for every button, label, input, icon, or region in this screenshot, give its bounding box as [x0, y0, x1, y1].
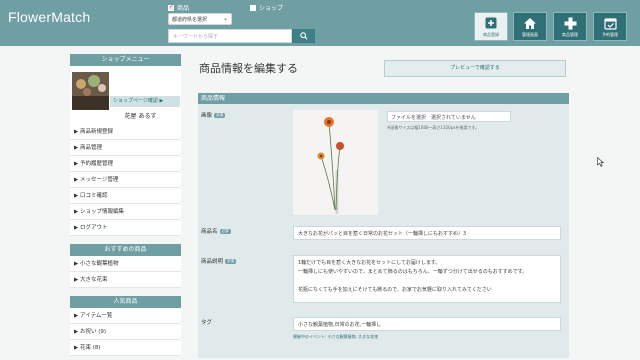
description-line: 1輪だけでも目を惹く大きなお花をセットにしてお届けします。: [298, 260, 441, 266]
mouse-cursor-icon: [597, 156, 605, 169]
image-field-label: 画像 必須: [201, 111, 226, 119]
image-label: 画像: [201, 113, 213, 119]
reservation-manage-label: 予約管理: [602, 32, 618, 37]
description-label: 商品説明: [201, 259, 224, 265]
popular-item[interactable]: ▶ 花束 (8): [70, 340, 181, 356]
shop-name: 花屋 あるす: [70, 110, 181, 124]
description-field-label: 商品説明 必須: [201, 257, 237, 265]
home-icon: [522, 16, 538, 30]
prefecture-select[interactable]: 都道府県を選択 ⌄: [168, 13, 232, 25]
calendar-check-icon: [602, 16, 618, 30]
section-title: 商品情報: [198, 93, 569, 104]
site-logo[interactable]: FlowerMatch: [8, 9, 90, 25]
search-input[interactable]: キーワードから探す: [168, 29, 292, 43]
sidebar: ショップメニュー ショップページ確認 ▶ 花屋 あるす ▶ 商品新規登録 ▶ 商…: [70, 54, 181, 356]
description-line: 花瓶になくても手を加えにそけても飾るので、お家でお気軽に取り入れてみてください: [298, 287, 492, 293]
product-register-label: 商品登録: [483, 32, 499, 37]
preview-button[interactable]: プレビューで確認する: [384, 60, 566, 77]
sidebar-item-new-product[interactable]: ▶ 商品新規登録: [70, 124, 181, 140]
search-button[interactable]: [292, 29, 315, 43]
popular-item[interactable]: ▶ アイテム一覧: [70, 308, 181, 324]
sidebar-item-reviews[interactable]: ▶ 口コミ確認: [70, 188, 181, 204]
sidebar-item-messages[interactable]: ▶ メッセージ管理: [70, 172, 181, 188]
recommended-title: おすすめの商品: [70, 244, 181, 256]
tag-event-note: 開催中のイベント: 小さな観葉植物, 大きな花束: [293, 334, 379, 339]
product-manage-label: 商品管理: [562, 32, 578, 37]
reservation-manage-button[interactable]: 予約管理: [593, 12, 627, 41]
plus-box-icon: [483, 16, 499, 30]
shop-menu-list: ▶ 商品新規登録 ▶ 商品管理 ▶ 予約履歴管理 ▶ メッセージ管理 ▶ 口コミ…: [70, 124, 181, 236]
description-textarea[interactable]: 1輪だけでも目を惹く大きなお花をセットにしてお届けします。 一輪挿しにも使いやす…: [293, 255, 561, 303]
file-size-note: ※画像サイズは幅1080～高さ1350pxを推奨です。: [387, 125, 480, 130]
product-name-input[interactable]: 大きなお花がパッと目を惹く日常のお花セット（一輪挿しにもおすすめ）3: [293, 226, 561, 240]
popular-item[interactable]: ▶ お祝い (9): [70, 324, 181, 340]
shop-menu-title: ショップメニュー: [70, 54, 181, 66]
name-field-label: 商品名 必須: [201, 227, 231, 235]
sidebar-item-product-manage[interactable]: ▶ 商品管理: [70, 140, 181, 156]
name-label: 商品名: [201, 229, 218, 235]
filter-product-label: 商品: [177, 5, 190, 12]
popular-list: ▶ アイテム一覧 ▶ お祝い (9) ▶ 花束 (8): [70, 308, 181, 356]
filter-shop-label: ショップ: [259, 5, 284, 12]
required-badge: 必須: [219, 229, 231, 234]
recommended-list: ▶ 小さな観葉植物 ▶ 大きな花束: [70, 256, 181, 288]
file-input[interactable]: ファイルを選択 選択されていません: [387, 111, 511, 122]
description-line: [298, 277, 556, 286]
filter-product-checkbox[interactable]: 商品: [168, 3, 189, 12]
tag-label: タグ: [201, 320, 213, 326]
popular-title: 人気商品: [70, 296, 181, 308]
recommended-item[interactable]: ▶ 小さな観葉植物: [70, 256, 181, 272]
product-photo: [293, 110, 378, 215]
sidebar-item-shop-edit[interactable]: ▶ ショップ情報編集: [70, 204, 181, 220]
chevron-down-icon: ⌄: [222, 15, 228, 22]
tag-input[interactable]: 小さな観葉植物,日常のお花,一輪挿し: [293, 317, 561, 331]
required-badge: 必須: [214, 113, 226, 118]
search-icon: [299, 32, 308, 40]
tag-field-label: タグ: [201, 318, 212, 326]
description-line: 一輪挿しにも使いやすいので、まとめて飾るのはもちろん、一輪ずつ分けて出せるのもお…: [298, 269, 528, 275]
required-badge: 必須: [225, 259, 237, 264]
checkbox-unchecked-icon: [250, 4, 256, 11]
top-header: FlowerMatch 商品 ショップ 都道府県を選択 ⌄ キーワードから探す …: [0, 0, 640, 46]
filter-shop-checkbox[interactable]: ショップ: [250, 3, 283, 12]
product-info-section: 商品情報 画像 必須 ファイルを選択 選択されていません ※画像サイズは幅1080…: [198, 93, 569, 358]
sidebar-item-logout[interactable]: ▶ ログアウト: [70, 220, 181, 236]
shop-profile: ショップページ確認 ▶: [70, 66, 181, 110]
admin-home-label: 管理画面: [522, 32, 538, 37]
page-title: 商品情報を編集する: [199, 62, 298, 75]
checkbox-checked-icon: [168, 3, 174, 11]
shop-page-link[interactable]: ショップページ確認 ▶: [110, 96, 180, 107]
admin-home-button[interactable]: 管理画面: [513, 12, 547, 41]
prefecture-select-value: 都道府県を選択: [172, 17, 208, 23]
product-register-button[interactable]: 商品登録: [474, 12, 508, 41]
shop-image: [72, 72, 109, 110]
product-manage-button[interactable]: 商品管理: [553, 12, 587, 41]
sidebar-item-reservation-history[interactable]: ▶ 予約履歴管理: [70, 156, 181, 172]
plus-cross-icon: [562, 16, 578, 30]
recommended-item[interactable]: ▶ 大きな花束: [70, 272, 181, 288]
